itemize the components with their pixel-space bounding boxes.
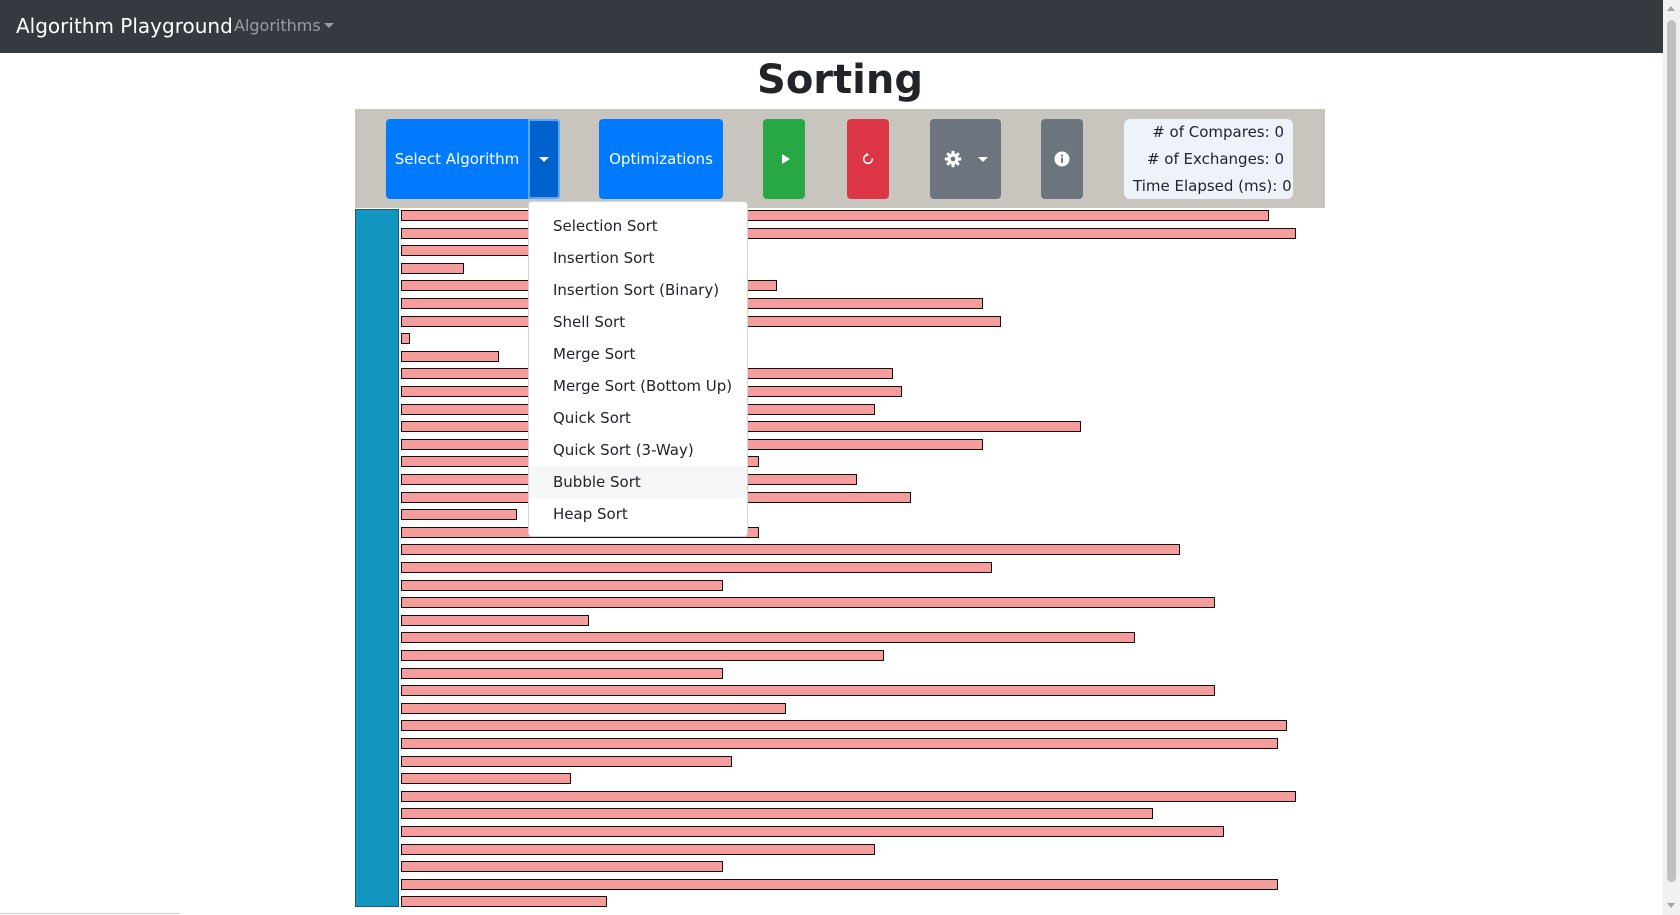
- info-icon: [1054, 151, 1070, 167]
- menu-item-quick-sort[interactable]: Quick Sort: [529, 402, 747, 434]
- caret-down-icon: [977, 156, 988, 162]
- gear-icon: [944, 150, 961, 168]
- array-bar: [401, 509, 517, 520]
- array-bar: [401, 738, 1278, 749]
- array-bar: [401, 861, 723, 872]
- caret-down-icon: [323, 23, 334, 28]
- page-title: Sorting: [757, 57, 923, 103]
- navbar: Algorithm Playground Algorithms: [0, 0, 1663, 53]
- reset-icon: [862, 152, 874, 165]
- brand-link[interactable]: Algorithm Playground: [16, 13, 233, 39]
- array-bar: [401, 351, 499, 362]
- array-bar: [401, 703, 786, 714]
- play-icon: [781, 154, 790, 164]
- algorithms-nav-label: Algorithms: [234, 16, 321, 35]
- menu-item-merge-sort[interactable]: Merge Sort: [529, 338, 747, 370]
- algorithms-nav-dropdown[interactable]: Algorithms: [234, 16, 334, 36]
- optimizations-button[interactable]: Optimizations: [599, 119, 723, 199]
- array-bar: [401, 896, 607, 907]
- vertical-scrollbar[interactable]: [1663, 0, 1680, 915]
- exchanges-label: # of Exchanges:: [1146, 150, 1270, 168]
- array-bar: [401, 791, 1296, 802]
- select-algorithm-button[interactable]: Select Algorithm: [386, 119, 528, 199]
- array-bar: [401, 562, 992, 573]
- toolbar: Select Algorithm Optimizations # of Comp…: [355, 109, 1325, 208]
- array-bar: [401, 808, 1153, 819]
- time-elapsed-value: 0: [1282, 177, 1292, 195]
- menu-item-selection-sort[interactable]: Selection Sort: [529, 210, 747, 242]
- menu-item-merge-sort-bottom-up[interactable]: Merge Sort (Bottom Up): [529, 370, 747, 402]
- exchanges-stat: # of Exchanges: 0: [1133, 146, 1284, 173]
- compares-label: # of Compares:: [1152, 123, 1270, 141]
- array-bar: [401, 544, 1180, 555]
- scroll-thumb[interactable]: [1667, 20, 1676, 882]
- menu-item-bubble-sort[interactable]: Bubble Sort: [529, 466, 747, 498]
- array-bar: [401, 773, 571, 784]
- menu-item-heap-sort[interactable]: Heap Sort: [529, 498, 747, 530]
- time-elapsed-label: Time Elapsed (ms):: [1133, 177, 1278, 195]
- array-bar: [401, 879, 1278, 890]
- stats-panel: # of Compares: 0 # of Exchanges: 0 Time …: [1124, 119, 1293, 199]
- menu-item-shell-sort[interactable]: Shell Sort: [529, 306, 747, 338]
- caret-down-icon: [539, 156, 549, 162]
- scroll-up-arrow-icon[interactable]: [1667, 6, 1675, 11]
- array-bar: [401, 615, 589, 626]
- visualization-sidebar: [355, 209, 399, 907]
- menu-item-insertion-sort-binary[interactable]: Insertion Sort (Binary): [529, 274, 747, 306]
- algorithm-dropdown-menu: Selection Sort Insertion Sort Insertion So…: [528, 201, 748, 537]
- array-bar: [401, 263, 464, 274]
- array-bar: [401, 333, 410, 344]
- play-button[interactable]: [763, 119, 805, 199]
- array-bar: [401, 632, 1135, 643]
- sorting-visualization: [355, 209, 1325, 908]
- settings-dropdown-button[interactable]: [930, 119, 1001, 199]
- time-elapsed-stat: Time Elapsed (ms): 0: [1133, 173, 1292, 200]
- array-bar: [401, 668, 723, 679]
- array-bar: [401, 650, 884, 661]
- info-button[interactable]: [1041, 119, 1083, 199]
- array-bar: [401, 844, 875, 855]
- array-bar: [401, 826, 1224, 837]
- array-bar: [401, 756, 732, 767]
- array-bar: [401, 685, 1215, 696]
- select-algorithm-dropdown-toggle[interactable]: [528, 119, 560, 199]
- scroll-down-arrow-icon[interactable]: [1667, 903, 1675, 908]
- array-bar: [401, 597, 1215, 608]
- compares-value: 0: [1274, 123, 1284, 141]
- array-bar: [401, 720, 1287, 731]
- exchanges-value: 0: [1274, 150, 1284, 168]
- array-bar: [401, 580, 723, 591]
- menu-item-insertion-sort[interactable]: Insertion Sort: [529, 242, 747, 274]
- compares-stat: # of Compares: 0: [1133, 119, 1284, 146]
- menu-item-quick-sort-3-way[interactable]: Quick Sort (3-Way): [529, 434, 747, 466]
- bottom-divider: [0, 913, 180, 914]
- reset-button[interactable]: [847, 119, 889, 199]
